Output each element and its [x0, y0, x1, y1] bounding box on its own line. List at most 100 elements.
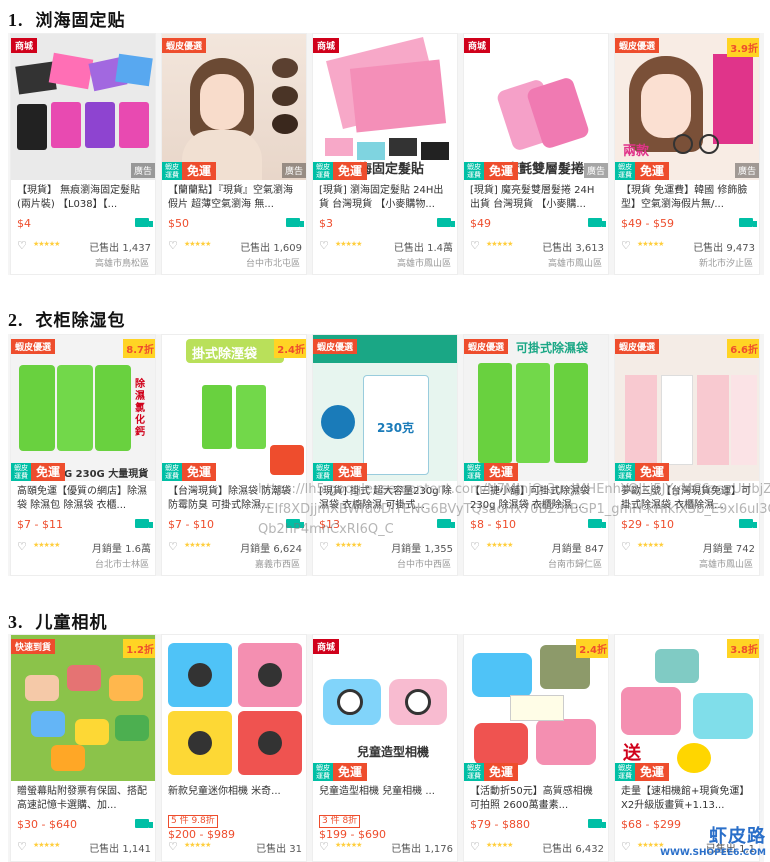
product-image[interactable]: 蝦皮優選 8.7折 除濕氯化鈣 0G 230G 大量現貨 蝦皮 運費 免運: [11, 335, 155, 481]
preferred-badge: 蝦皮優選: [11, 339, 56, 354]
rating-stars-icon: ★★★★★: [335, 240, 362, 248]
rating-stars-icon: ★★★★★: [184, 841, 211, 849]
bundle-promo: 5 件 9.8折: [168, 815, 218, 828]
heart-icon[interactable]: ♡: [319, 540, 329, 553]
heart-icon[interactable]: ♡: [621, 840, 631, 853]
product-image[interactable]: 蝦皮優選 230克 蝦皮 運費 免運: [313, 335, 457, 481]
free-shipping-badge: 蝦皮 運費 免運: [464, 162, 519, 180]
product-image[interactable]: 商城 海固定髮貼 蝦皮 運費 免運: [313, 34, 457, 180]
discount-badge: 8.7折: [123, 339, 155, 358]
heart-icon[interactable]: ♡: [168, 239, 178, 252]
shop-location: 台北市士林區: [94, 560, 149, 570]
shop-location: 台中市北屯區: [245, 259, 300, 269]
product-title[interactable]: 贈螢幕貼附發票有保固、搭配高速記憶卡選購、加...: [17, 785, 151, 813]
rating-stars-icon: ★★★★★: [184, 541, 211, 549]
product-card[interactable]: 商城 廣告 【現貨】 無痕瀏海固定髮貼(兩片裝) 【L038】【... $4 ♡…: [10, 33, 156, 275]
image-caption: 230克: [377, 421, 415, 435]
free-shipping-truck-icon: [437, 218, 455, 227]
preferred-badge: 蝦皮優選: [615, 339, 660, 354]
product-title[interactable]: 【現貨】 無痕瀏海固定髮貼(兩片裝) 【L038】【...: [17, 184, 151, 212]
image-caption: 可掛式除濕袋: [516, 341, 589, 355]
product-card[interactable]: 新款兒童迷你相機 米奇... 5 件 9.8折 $200 - $989 ♡ ★★…: [161, 634, 307, 862]
product-image[interactable]: 2.4折 蝦皮 運費 免運: [464, 635, 608, 781]
product-title[interactable]: 高頤免運【優質の網店】除濕袋 除濕包 除濕袋 衣櫃...: [17, 485, 151, 513]
product-card[interactable]: 蝦皮優選 蝦皮 運費 免運 廣告 【蘭蘭點】『現貨』空氣瀏海假片 超薄空氣瀏海 無.…: [161, 33, 307, 275]
mall-badge: 商城: [313, 639, 340, 654]
heart-icon[interactable]: ♡: [168, 540, 178, 553]
product-row: 商城 廣告 【現貨】 無痕瀏海固定髮貼(兩片裝) 【L038】【... $4 ♡…: [8, 33, 764, 275]
product-image[interactable]: 快速到貨 1.2折: [11, 635, 155, 781]
heart-icon[interactable]: ♡: [319, 239, 329, 252]
sold-count: 月銷量 742: [702, 544, 755, 555]
product-price: $30 - $640: [17, 818, 77, 831]
product-title[interactable]: [現貨] 魔亮髮雙層髮捲 24H出貨 台灣現貨 【小麥購...: [470, 184, 604, 212]
sold-count: 已售出 3,613: [542, 243, 604, 254]
shop-location: 嘉義市西區: [254, 560, 300, 570]
shop-location: 台南市歸仁區: [547, 560, 602, 570]
product-meta: ♡ ★★★★★ 已售出 1.4萬: [319, 239, 453, 254]
product-image[interactable]: 蝦皮優選 可掛式除濕袋 蝦皮 運費 免運: [464, 335, 608, 481]
product-image[interactable]: 蝦皮優選 3.9折 兩款 蝦皮 運費 免運 廣告: [615, 34, 759, 180]
product-title[interactable]: 兒童造型相機 兒童相機 ...: [319, 785, 453, 813]
product-price: $49 - $59: [621, 217, 674, 230]
product-title[interactable]: 【活動折50元】高質感相機 可拍照 2600萬畫素...: [470, 785, 604, 813]
free-shipping-truck-icon: [588, 819, 606, 828]
free-shipping-badge: 蝦皮 運費 免運: [615, 162, 670, 180]
product-card[interactable]: 快速到貨 1.2折 贈螢幕貼附發票有保固、搭配高速記憶卡選購、加... $30 …: [10, 634, 156, 862]
heart-icon[interactable]: ♡: [319, 840, 329, 853]
heart-icon[interactable]: ♡: [17, 540, 27, 553]
heart-icon[interactable]: ♡: [470, 239, 480, 252]
product-image[interactable]: 3.8折 送 蝦皮 運費 免運: [615, 635, 759, 781]
heart-icon[interactable]: ♡: [470, 540, 480, 553]
heart-icon[interactable]: ♡: [168, 840, 178, 853]
product-meta: ♡ ★★★★★ 月銷量 1,355: [319, 540, 453, 555]
section-title: 1. 浏海固定贴: [8, 10, 126, 31]
product-image[interactable]: [162, 635, 306, 781]
free-shipping-truck-icon: [286, 218, 304, 227]
product-image[interactable]: 蝦皮優選 6.6折 蝦皮 運費 免運: [615, 335, 759, 481]
free-shipping-badge: 蝦皮 運費 免運: [313, 162, 368, 180]
product-card[interactable]: 2.4折 蝦皮 運費 免運 【活動折50元】高質感相機 可拍照 2600萬畫素...…: [463, 634, 609, 862]
product-image[interactable]: 2.4折 掛式除溼袋 蝦皮 運費 免運: [162, 335, 306, 481]
free-shipping-truck-icon: [135, 519, 153, 528]
product-title[interactable]: 走量【速相機館+現貨免運】X2升級版畫質+1.13...: [621, 785, 755, 813]
product-title[interactable]: 新款兒童迷你相機 米奇...: [168, 785, 302, 813]
product-card[interactable]: 蝦皮優選 3.9折 兩款 蝦皮 運費 免運 廣告 【現貨 免運費】韓國 修飾臉型】空…: [614, 33, 760, 275]
sold-count: 月銷量 6,624: [240, 544, 302, 555]
product-image[interactable]: 商城 魔氈雙層髮捲 蝦皮 運費 免運 廣告: [464, 34, 608, 180]
heart-icon[interactable]: ♡: [17, 840, 27, 853]
shop-location: 台中市中西區: [396, 560, 451, 570]
discount-badge: 3.9折: [727, 38, 759, 57]
heart-icon[interactable]: ♡: [621, 239, 631, 252]
product-meta: ♡ ★★★★★ 已售出 6,432: [470, 840, 604, 855]
rating-stars-icon: ★★★★★: [33, 541, 60, 549]
product-title[interactable]: [現貨] 瀏海固定髮貼 24H出貨 台灣現貨 【小麥購物...: [319, 184, 453, 212]
product-card[interactable]: 商城 兒童造型相機 蝦皮 運費 免運 兒童造型相機 兒童相機 ... 3 件 8折 …: [312, 634, 458, 862]
product-card[interactable]: 商城 海固定髮貼 蝦皮 運費 免運 [現貨] 瀏海固定髮貼 24H出貨 台灣現貨 【…: [312, 33, 458, 275]
product-image[interactable]: 商城 廣告: [11, 34, 155, 180]
sold-count: 已售出 9,473: [693, 243, 755, 254]
product-image[interactable]: 蝦皮優選 蝦皮 運費 免運 廣告: [162, 34, 306, 180]
sold-count: 月銷量 1,355: [391, 544, 453, 555]
product-image[interactable]: 商城 兒童造型相機 蝦皮 運費 免運: [313, 635, 457, 781]
free-shipping-badge: 蝦皮 運費 免運: [162, 162, 217, 180]
sold-count: 已售出 1,141: [89, 844, 151, 855]
product-title[interactable]: 【現貨 免運費】韓國 修飾臉型】空氣瀏海假片無/...: [621, 184, 755, 212]
shop-location: 高雄市鳳山區: [396, 259, 451, 269]
heart-icon[interactable]: ♡: [470, 840, 480, 853]
product-title[interactable]: 【蘭蘭點】『現貨』空氣瀏海假片 超薄空氣瀏海 無...: [168, 184, 302, 212]
free-shipping-truck-icon: [739, 218, 757, 227]
product-price: $4: [17, 217, 31, 230]
bundle-promo: 3 件 8折: [319, 815, 361, 828]
heart-icon[interactable]: ♡: [621, 540, 631, 553]
site-logo: 虾皮路 WWW.SHOPEE6.COM: [660, 822, 766, 858]
shop-location: 新北市汐止區: [698, 259, 753, 269]
shop-location: 高雄市鳳山區: [547, 259, 602, 269]
product-card[interactable]: 蝦皮優選 8.7折 除濕氯化鈣 0G 230G 大量現貨 蝦皮 運費 免運 高頤免運…: [10, 334, 156, 576]
product-card[interactable]: 商城 魔氈雙層髮捲 蝦皮 運費 免運 廣告 [現貨] 魔亮髮雙層髮捲 24H出貨 台…: [463, 33, 609, 275]
product-price: $50: [168, 217, 189, 230]
heart-icon[interactable]: ♡: [17, 239, 27, 252]
product-meta: ♡ ★★★★★ 已售出 1,609: [168, 239, 302, 254]
preferred-badge: 蝦皮優選: [162, 38, 207, 53]
ad-label: 廣告: [281, 163, 306, 178]
